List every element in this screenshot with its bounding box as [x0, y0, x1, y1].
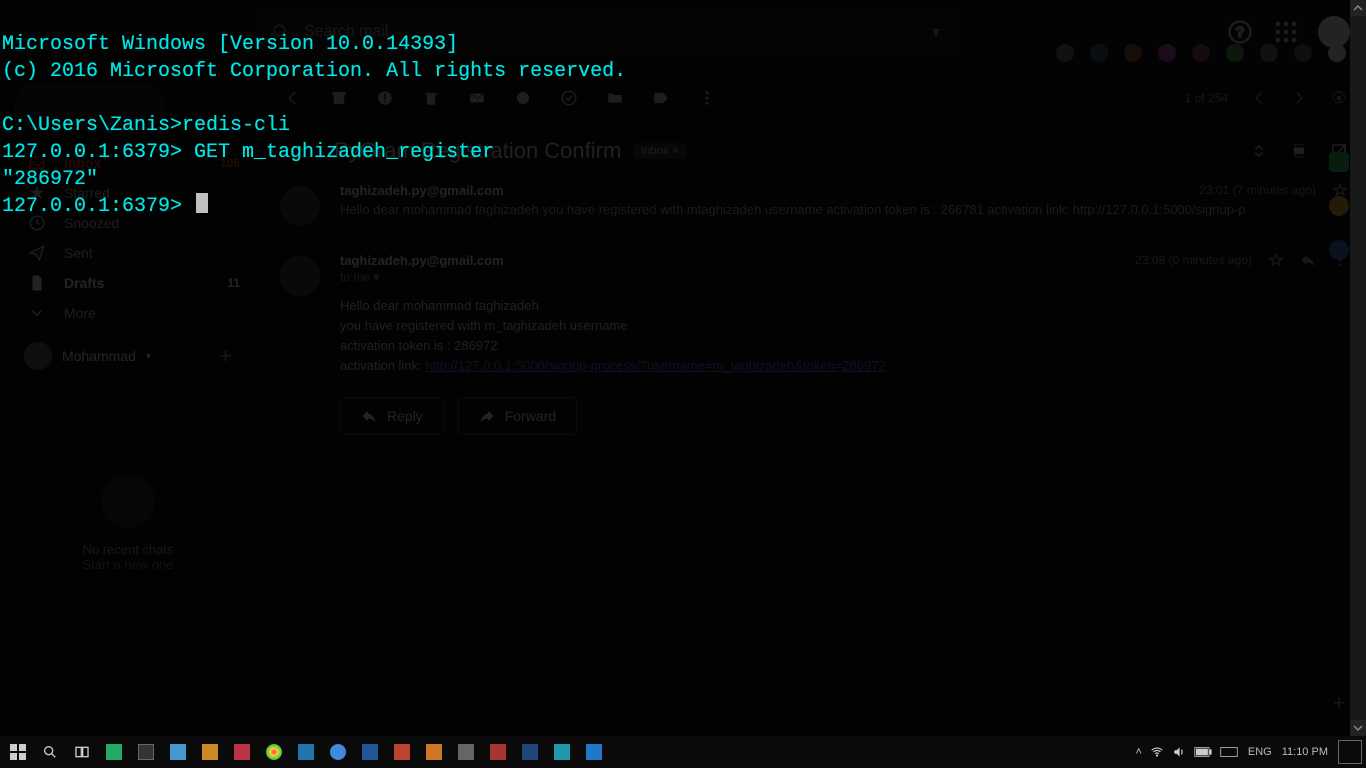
action-center-icon[interactable]: [1338, 740, 1362, 764]
support-icon[interactable]: ?: [1226, 18, 1254, 46]
app-icon[interactable]: [292, 738, 320, 766]
app-icon[interactable]: [388, 738, 416, 766]
app-icon[interactable]: [196, 738, 224, 766]
terminal-line: (c) 2016 Microsoft Corporation. All righ…: [2, 60, 626, 83]
apps-icon[interactable]: [1272, 18, 1300, 46]
expand-icon[interactable]: [1250, 142, 1268, 160]
hangouts-empty-1: No recent chats: [48, 542, 208, 557]
volume-icon[interactable]: [1172, 745, 1186, 759]
app-icon[interactable]: [420, 738, 448, 766]
ext-icon[interactable]: [1124, 44, 1142, 62]
terminal-cursor: [196, 193, 208, 213]
message-time: 23:01 (7 minutes ago): [1199, 183, 1316, 197]
reply-icon: [361, 408, 377, 424]
sidebar-item-label: Drafts: [64, 275, 104, 291]
message-time: 23:08 (0 minutes ago): [1135, 253, 1252, 267]
tasks-addon-icon[interactable]: [1329, 240, 1349, 260]
chevron-down-icon: [28, 304, 46, 322]
thread-counter: 1 of 254: [1185, 91, 1228, 105]
keep-addon-icon[interactable]: [1329, 196, 1349, 216]
system-tray[interactable]: ˄: [1135, 745, 1237, 759]
hangouts-icon: [101, 474, 155, 528]
ext-icon[interactable]: [1056, 44, 1074, 62]
calendar-addon-icon[interactable]: [1329, 152, 1349, 172]
ext-icon[interactable]: [1192, 44, 1210, 62]
app-icon[interactable]: [452, 738, 480, 766]
file-icon: [28, 274, 46, 292]
app-icon[interactable]: [356, 738, 384, 766]
cmd-terminal[interactable]: Microsoft Windows [Version 10.0.14393] (…: [0, 0, 628, 251]
search-button[interactable]: [36, 738, 64, 766]
print-icon[interactable]: [1290, 142, 1308, 160]
app-icon[interactable]: [260, 738, 288, 766]
app-icon[interactable]: [324, 738, 352, 766]
svg-text:?: ?: [1236, 24, 1244, 40]
more-icon[interactable]: [698, 89, 716, 107]
avatar: [24, 342, 52, 370]
language-indicator[interactable]: ENG: [1248, 746, 1272, 758]
clock[interactable]: 11:10 PM: [1282, 746, 1328, 758]
chrome-extensions: [1056, 44, 1346, 62]
message-expanded: taghizadeh.py@gmail.com 23:08 (0 minutes…: [274, 240, 1348, 377]
star-icon[interactable]: [1268, 252, 1284, 268]
windows-taskbar: ˄ ENG 11:10 PM: [0, 736, 1366, 768]
window-scrollbar[interactable]: [1350, 0, 1366, 736]
settings-icon[interactable]: [1330, 89, 1348, 107]
keyboard-icon[interactable]: [1220, 746, 1238, 758]
label-icon[interactable]: [652, 89, 670, 107]
app-icon[interactable]: [100, 738, 128, 766]
sidebar-item-drafts[interactable]: Drafts 11: [6, 268, 250, 298]
ext-icon[interactable]: [1260, 44, 1278, 62]
sidebar-item-count: 11: [227, 276, 240, 290]
sidebar-item-more[interactable]: More: [6, 298, 250, 328]
sidebar-item-label: More: [64, 305, 96, 321]
terminal-line: 127.0.0.1:6379>: [2, 195, 194, 218]
profile-avatar[interactable]: [1328, 44, 1346, 62]
app-icon[interactable]: [548, 738, 576, 766]
taskview-button[interactable]: [68, 738, 96, 766]
prev-icon[interactable]: [1250, 89, 1268, 107]
ext-icon[interactable]: [1294, 44, 1312, 62]
forward-icon: [479, 408, 495, 424]
sender-email: taghizadeh.py@gmail.com: [340, 253, 504, 268]
terminal-line: Microsoft Windows [Version 10.0.14393]: [2, 33, 458, 56]
hangouts-empty-2[interactable]: Start a new one: [48, 557, 208, 572]
app-icon[interactable]: [580, 738, 608, 766]
add-addon-icon[interactable]: +: [1333, 690, 1346, 716]
message-body: Hello dear mohammad taghizadeh you have …: [340, 296, 1348, 377]
ext-icon[interactable]: [1090, 44, 1108, 62]
app-icon[interactable]: [228, 738, 256, 766]
app-icon[interactable]: [132, 738, 160, 766]
scroll-down-icon[interactable]: [1350, 720, 1366, 736]
scroll-up-icon[interactable]: [1350, 0, 1366, 16]
activation-link[interactable]: http://127.0.0.1:5000/signup-process/?us…: [425, 358, 885, 373]
ext-icon[interactable]: [1226, 44, 1244, 62]
terminal-line: 127.0.0.1:6379> GET m_taghizadeh_registe…: [2, 141, 494, 164]
wifi-icon[interactable]: [1150, 745, 1164, 759]
terminal-line: "286972": [2, 168, 98, 191]
terminal-line: C:\Users\Zanis>redis-cli: [2, 114, 290, 137]
forward-button[interactable]: Forward: [458, 397, 577, 435]
reply-button[interactable]: Reply: [340, 397, 444, 435]
app-icon[interactable]: [164, 738, 192, 766]
message-to: to me: [340, 270, 370, 284]
next-icon[interactable]: [1290, 89, 1308, 107]
battery-icon[interactable]: [1194, 746, 1212, 758]
app-icon[interactable]: [484, 738, 512, 766]
hangouts-user[interactable]: Mohammad ▾ +: [6, 328, 250, 384]
app-icon[interactable]: [516, 738, 544, 766]
tray-chevron-icon[interactable]: ˄: [1135, 746, 1141, 758]
user-name: Mohammad: [62, 348, 136, 364]
start-button[interactable]: [4, 738, 32, 766]
ext-icon[interactable]: [1158, 44, 1176, 62]
sender-avatar: [280, 256, 320, 296]
new-chat-icon[interactable]: +: [219, 343, 232, 369]
label-chip[interactable]: Inbox×: [633, 143, 686, 159]
